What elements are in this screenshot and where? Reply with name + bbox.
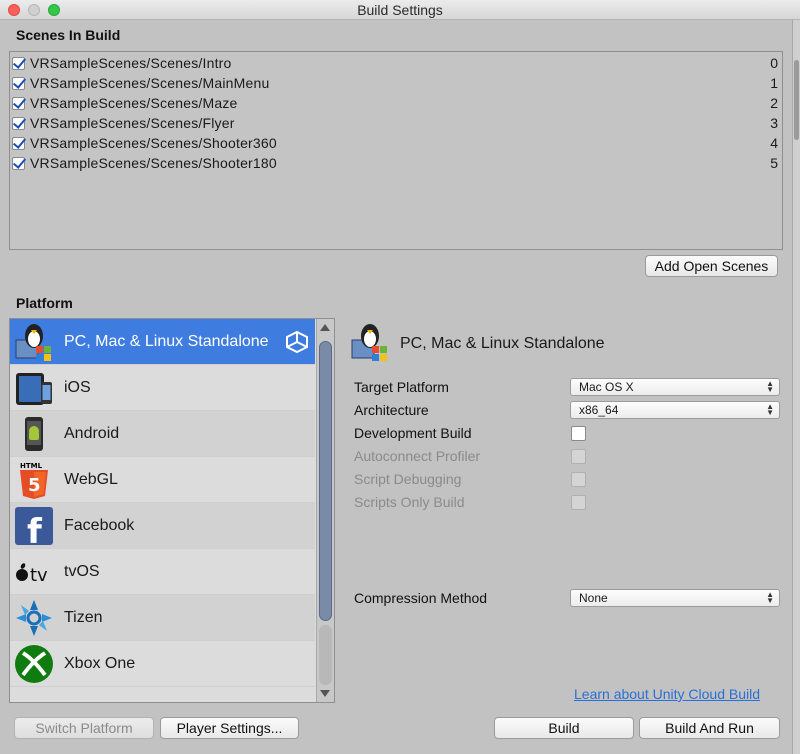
platform-label: Facebook xyxy=(64,516,135,534)
ios-device-icon xyxy=(14,368,54,408)
xbox-icon xyxy=(14,644,54,684)
architecture-value: x86_64 xyxy=(579,403,619,417)
scroll-up-arrow-icon[interactable] xyxy=(320,324,330,331)
add-open-scenes-button[interactable]: Add Open Scenes xyxy=(645,255,778,277)
standalone-icon xyxy=(14,322,54,362)
scene-index: 5 xyxy=(770,155,778,171)
facebook-icon: f xyxy=(14,506,54,546)
scripts-only-build-label: Scripts Only Build xyxy=(354,494,465,510)
dropdown-arrows-icon: ▲ ▼ xyxy=(766,402,774,417)
build-and-run-button[interactable]: Build And Run xyxy=(639,717,780,739)
development-build-label: Development Build xyxy=(354,425,472,441)
window-scroll-thumb[interactable] xyxy=(794,60,799,140)
compression-method-label: Compression Method xyxy=(354,590,488,606)
unity-cloud-build-link[interactable]: Learn about Unity Cloud Build xyxy=(574,686,760,702)
compression-method-dropdown[interactable]: None ▲ ▼ xyxy=(570,589,780,607)
scene-row[interactable]: VRSampleScenes/Scenes/Shooter360 4 xyxy=(12,133,780,153)
svg-text:tv: tv xyxy=(30,565,48,586)
scene-include-checkbox[interactable] xyxy=(12,136,25,150)
compression-method-value: None xyxy=(579,591,608,605)
svg-text:5: 5 xyxy=(28,475,41,496)
scroll-down-arrow-icon[interactable] xyxy=(320,690,330,697)
scene-name: VRSampleScenes/Scenes/Maze xyxy=(30,95,238,111)
scene-name: VRSampleScenes/Scenes/Intro xyxy=(30,55,232,71)
script-debugging-label: Script Debugging xyxy=(354,471,462,487)
platform-item-xbox-one[interactable]: Xbox One xyxy=(10,641,315,687)
scenes-in-build-header: Scenes In Build xyxy=(16,27,121,43)
standalone-icon xyxy=(350,322,390,365)
scene-index: 1 xyxy=(770,75,778,91)
scene-index: 3 xyxy=(770,115,778,131)
scroll-track[interactable] xyxy=(319,625,332,685)
platform-list-scrollbar[interactable] xyxy=(316,319,334,702)
platform-item-standalone[interactable]: PC, Mac & Linux Standalone xyxy=(10,319,315,365)
platform-label: Xbox One xyxy=(64,654,136,672)
platform-item-tizen[interactable]: Tizen xyxy=(10,595,315,641)
platform-label: PC, Mac & Linux Standalone xyxy=(64,332,269,350)
autoconnect-profiler-label: Autoconnect Profiler xyxy=(354,448,481,464)
platform-label: WebGL xyxy=(64,470,118,488)
scene-name: VRSampleScenes/Scenes/Shooter180 xyxy=(30,155,277,171)
scene-include-checkbox[interactable] xyxy=(12,56,25,70)
scene-row[interactable]: VRSampleScenes/Scenes/Flyer 3 xyxy=(12,113,780,133)
window-title: Build Settings xyxy=(357,2,443,18)
title-bar: Build Settings xyxy=(0,0,800,20)
architecture-dropdown[interactable]: x86_64 ▲ ▼ xyxy=(570,401,780,419)
platform-item-tvos[interactable]: tv tvOS xyxy=(10,549,315,595)
scene-index: 0 xyxy=(770,55,778,71)
scripts-only-build-checkbox xyxy=(571,495,586,510)
android-icon xyxy=(14,414,54,454)
tizen-icon xyxy=(14,598,54,638)
scroll-thumb[interactable] xyxy=(319,341,332,621)
script-debugging-checkbox xyxy=(571,472,586,487)
platform-item-ios[interactable]: iOS xyxy=(10,365,315,411)
platform-label: Android xyxy=(64,424,120,442)
development-build-checkbox[interactable] xyxy=(571,426,586,441)
scene-name: VRSampleScenes/Scenes/Flyer xyxy=(30,115,235,131)
scene-row[interactable]: VRSampleScenes/Scenes/Intro 0 xyxy=(12,53,780,73)
target-platform-dropdown[interactable]: Mac OS X ▲ ▼ xyxy=(570,378,780,396)
player-settings-button[interactable]: Player Settings... xyxy=(160,717,299,739)
scenes-list[interactable]: VRSampleScenes/Scenes/Intro 0 VRSampleSc… xyxy=(9,51,783,250)
scene-row[interactable]: VRSampleScenes/Scenes/Maze 2 xyxy=(12,93,780,113)
scene-name: VRSampleScenes/Scenes/Shooter360 xyxy=(30,135,277,151)
platform-header: Platform xyxy=(16,295,73,311)
svg-text:f: f xyxy=(27,512,43,546)
scene-index: 4 xyxy=(770,135,778,151)
dropdown-arrows-icon: ▲ ▼ xyxy=(766,590,774,605)
switch-platform-button[interactable]: Switch Platform xyxy=(14,717,154,739)
unity-logo-icon xyxy=(285,330,309,354)
scene-include-checkbox[interactable] xyxy=(12,116,25,130)
scene-row[interactable]: VRSampleScenes/Scenes/Shooter180 5 xyxy=(12,153,780,173)
platform-label: Tizen xyxy=(64,608,103,626)
platform-details-title: PC, Mac & Linux Standalone xyxy=(400,334,605,352)
target-platform-label: Target Platform xyxy=(354,379,449,395)
window-scrollbar[interactable] xyxy=(792,20,800,754)
scene-index: 2 xyxy=(770,95,778,111)
target-platform-value: Mac OS X xyxy=(579,380,634,394)
platform-label: tvOS xyxy=(64,562,100,580)
scene-row[interactable]: VRSampleScenes/Scenes/MainMenu 1 xyxy=(12,73,780,93)
platform-item-facebook[interactable]: f Facebook xyxy=(10,503,315,549)
scene-include-checkbox[interactable] xyxy=(12,76,25,90)
scene-include-checkbox[interactable] xyxy=(12,156,25,170)
apple-tv-icon: tv xyxy=(14,552,54,592)
platform-item-webgl[interactable]: HTML 5 WebGL xyxy=(10,457,315,503)
svg-text:HTML: HTML xyxy=(20,462,43,470)
platform-list[interactable]: PC, Mac & Linux Standalone iOS Android H… xyxy=(9,318,335,703)
autoconnect-profiler-checkbox xyxy=(571,449,586,464)
dropdown-arrows-icon: ▲ ▼ xyxy=(766,379,774,394)
platform-details-header: PC, Mac & Linux Standalone xyxy=(350,322,605,365)
platform-item-android[interactable]: Android xyxy=(10,411,315,457)
build-button[interactable]: Build xyxy=(494,717,634,739)
scene-name: VRSampleScenes/Scenes/MainMenu xyxy=(30,75,270,91)
scene-include-checkbox[interactable] xyxy=(12,96,25,110)
architecture-label: Architecture xyxy=(354,402,429,418)
platform-label: iOS xyxy=(64,378,91,396)
html5-icon: HTML 5 xyxy=(14,460,54,500)
